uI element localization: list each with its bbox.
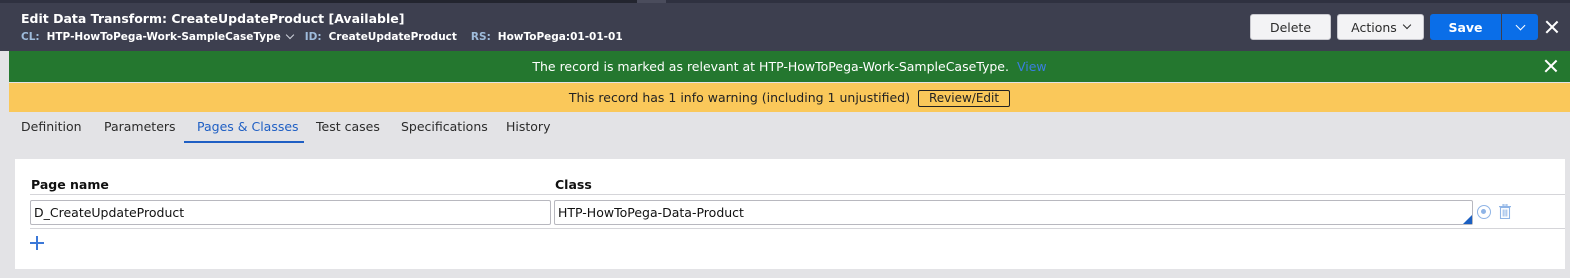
page-name-input[interactable]: D_CreateUpdateProduct: [30, 200, 551, 225]
actions-button-label: Actions: [1351, 19, 1397, 35]
tab-parameters[interactable]: Parameters: [104, 119, 176, 134]
plus-icon[interactable]: [30, 236, 44, 250]
close-icon[interactable]: [1545, 20, 1559, 34]
trash-icon[interactable]: [1499, 204, 1511, 219]
top-strip: [0, 0, 1570, 3]
warning-message: This record has 1 info warning (includin…: [568, 90, 910, 105]
close-icon[interactable]: [1544, 59, 1558, 73]
divider: [30, 228, 1565, 229]
record-status: [Available]: [328, 11, 405, 26]
column-header-page-name: Page name: [31, 177, 109, 192]
tab-bar: Definition Parameters Pages & Classes Te…: [9, 112, 1570, 146]
view-link[interactable]: View: [1017, 59, 1047, 74]
id-label: ID:: [304, 31, 322, 43]
warning-banner: This record has 1 info warning (includin…: [9, 83, 1570, 112]
class-input-value: HTP-HowToPega-Data-Product: [558, 205, 744, 220]
column-header-class: Class: [555, 177, 592, 192]
target-icon[interactable]: [1477, 205, 1491, 219]
relevant-record-message: The record is marked as relevant at HTP-…: [532, 59, 1009, 74]
active-tab-indicator: [184, 141, 304, 143]
id-value: CreateUpdateProduct: [328, 31, 457, 43]
record-title: Edit Data Transform: CreateUpdateProduct…: [21, 11, 404, 26]
rs-value: HowToPega:01-01-01: [497, 31, 623, 43]
resize-handle[interactable]: [1463, 215, 1472, 224]
actions-button[interactable]: Actions: [1337, 14, 1424, 40]
save-menu-button[interactable]: [1502, 14, 1538, 40]
record-title-text: Edit Data Transform: CreateUpdateProduct: [21, 11, 325, 26]
chevron-down-icon[interactable]: [285, 30, 294, 40]
save-button[interactable]: Save: [1430, 14, 1501, 40]
class-input[interactable]: HTP-HowToPega-Data-Product: [554, 200, 1473, 225]
review-edit-button[interactable]: Review/Edit: [917, 90, 1011, 107]
rule-form: Edit Data Transform: CreateUpdateProduct…: [0, 0, 1570, 278]
cl-label: CL:: [21, 31, 40, 43]
delete-button[interactable]: Delete: [1250, 14, 1331, 40]
relevant-record-banner: The record is marked as relevant at HTP-…: [9, 51, 1570, 82]
divider: [30, 194, 1565, 195]
chevron-down-icon: [1515, 20, 1525, 30]
chevron-down-icon: [1402, 20, 1412, 30]
record-meta: CL: HTP-HowToPega-Work-SampleCaseType ID…: [21, 30, 623, 43]
tab-definition[interactable]: Definition: [21, 119, 82, 134]
tab-history[interactable]: History: [506, 119, 550, 134]
rs-label: RS:: [470, 31, 491, 43]
tab-specifications[interactable]: Specifications: [401, 119, 488, 134]
cl-value[interactable]: HTP-HowToPega-Work-SampleCaseType: [47, 31, 281, 43]
record-header: Edit Data Transform: CreateUpdateProduct…: [0, 0, 1570, 51]
tab-pages-classes[interactable]: Pages & Classes: [197, 119, 299, 134]
pages-classes-panel: Page name Class D_CreateUpdateProduct HT…: [15, 159, 1565, 269]
tab-test-cases[interactable]: Test cases: [316, 119, 380, 134]
